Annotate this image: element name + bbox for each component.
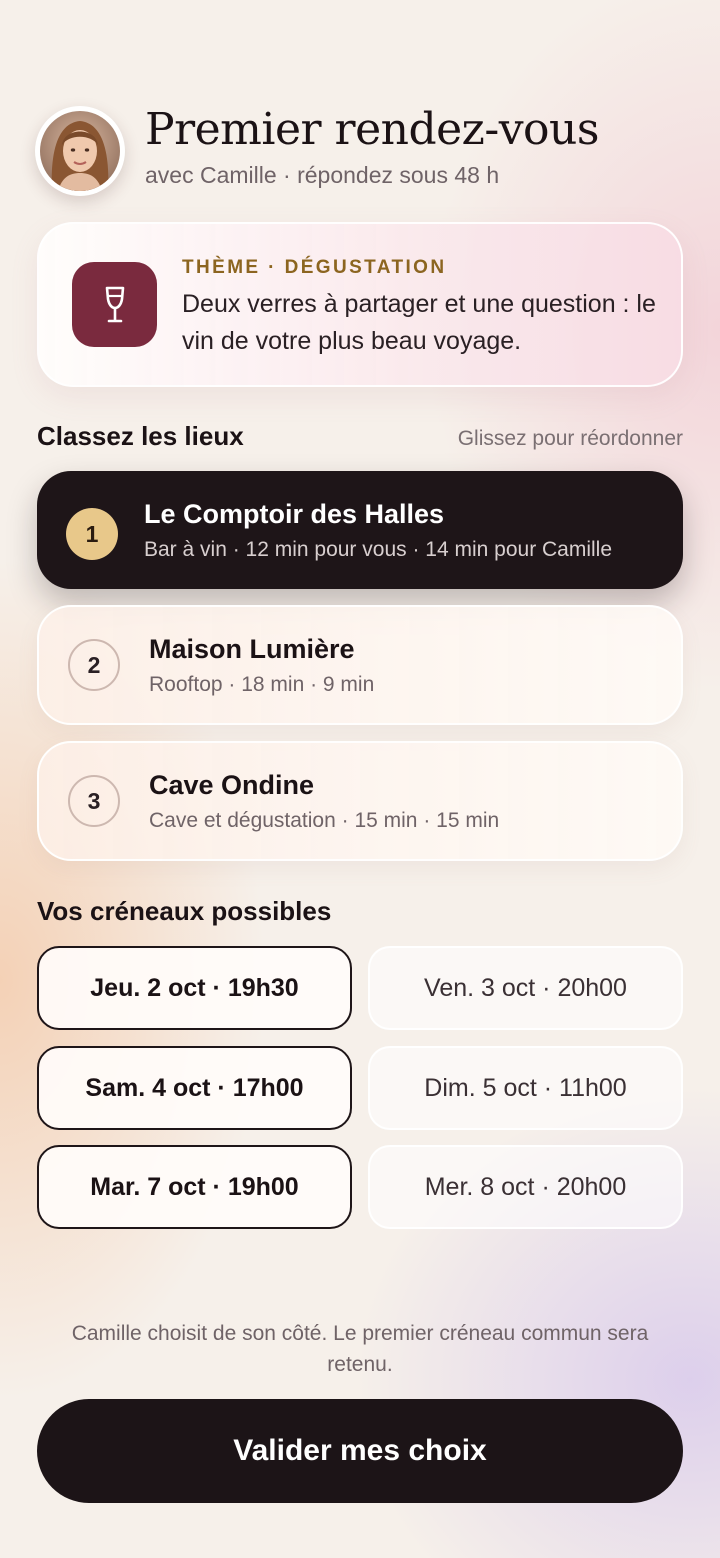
venues-section-title: Classez les lieux <box>37 421 244 451</box>
theme-kicker: THÈME · DÉGUSTATION <box>182 257 447 278</box>
rank-badge: 1 <box>66 508 118 560</box>
venue-name: Cave Ondine <box>149 770 315 800</box>
slots-section-title: Vos créneaux possibles <box>37 896 332 926</box>
profile-photo <box>40 111 120 191</box>
footnote: Camille choisit de son côté. Le premier … <box>71 1322 649 1376</box>
slot-option[interactable]: Jeu. 2 oct · 19h30 <box>37 946 352 1030</box>
rank-badge: 2 <box>68 639 120 691</box>
venue-card-2[interactable]: 2 Maison Lumière Rooftop · 18 min · 9 mi… <box>37 605 683 725</box>
venue-name: Maison Lumière <box>149 634 355 664</box>
validate-button[interactable]: Valider mes choix <box>37 1399 683 1503</box>
venue-meta: Cave et dégustation · 15 min · 15 min <box>149 809 500 832</box>
slot-option[interactable]: Mer. 8 oct · 20h00 <box>368 1145 683 1229</box>
rank-badge: 3 <box>68 775 120 827</box>
venue-meta: Rooftop · 18 min · 9 min <box>149 673 375 696</box>
venue-meta: Bar à vin · 12 min pour vous · 14 min po… <box>144 538 613 561</box>
slot-option[interactable]: Mar. 7 oct · 19h00 <box>37 1145 352 1229</box>
reorder-hint: Glissez pour réordonner <box>457 427 683 450</box>
avatar[interactable] <box>35 106 125 196</box>
slot-option[interactable]: Ven. 3 oct · 20h00 <box>368 946 683 1030</box>
venue-name: Le Comptoir des Halles <box>144 499 445 529</box>
venue-card-1[interactable]: 1 Le Comptoir des Halles Bar à vin · 12 … <box>37 471 683 589</box>
page-subtitle: avec Camille · répondez sous 48 h <box>145 162 500 188</box>
theme-description: Deux verres à partager et une question :… <box>182 290 656 355</box>
slot-option[interactable]: Sam. 4 oct · 17h00 <box>37 1046 352 1130</box>
page-title: Premier rendez-vous <box>145 104 599 155</box>
venue-card-3[interactable]: 3 Cave Ondine Cave et dégustation · 15 m… <box>37 741 683 861</box>
slot-option[interactable]: Dim. 5 oct · 11h00 <box>368 1046 683 1130</box>
wine-glass-icon <box>72 262 157 347</box>
